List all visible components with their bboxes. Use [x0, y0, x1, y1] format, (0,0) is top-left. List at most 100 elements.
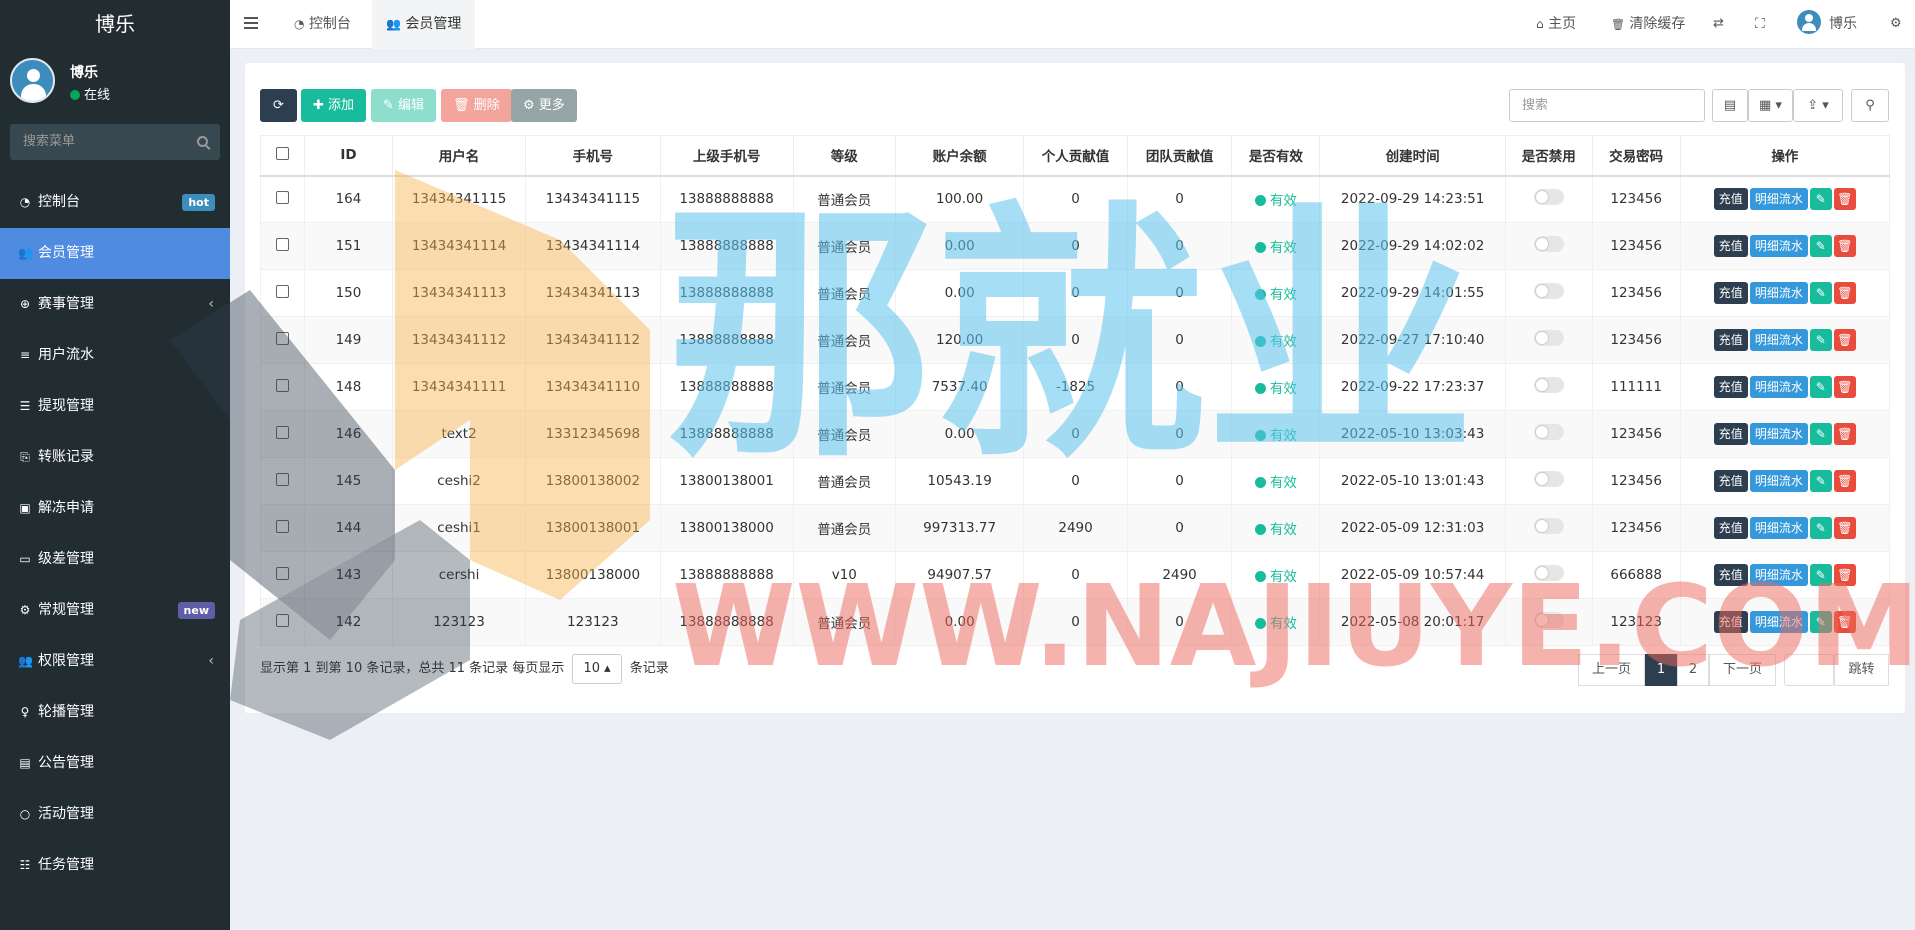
detail-flow-button[interactable]: 明细流水 [1749, 235, 1808, 257]
edit-button[interactable]: ✎ 编辑 [371, 89, 437, 122]
disable-toggle[interactable] [1533, 518, 1564, 534]
select-all-checkbox[interactable] [275, 146, 289, 160]
column-header[interactable]: 是否有效 [1231, 135, 1321, 177]
column-header[interactable]: 账户余额 [894, 135, 1025, 177]
table-row[interactable]: 146 text2 13312345698 13888888888 普通会员 0.00 0 0… [260, 410, 1891, 458]
recharge-button[interactable]: 充值 [1713, 188, 1748, 211]
edit-row-button[interactable]: ✎ [1809, 188, 1832, 211]
detail-flow-button[interactable]: 明细流水 [1749, 423, 1808, 445]
disable-toggle[interactable] [1533, 565, 1564, 581]
disable-toggle[interactable] [1533, 330, 1564, 346]
column-header[interactable]: 手机号 [525, 135, 661, 177]
table-row[interactable]: 149 13434341112 13434341112 13888888888 普通会员… [260, 316, 1891, 364]
edit-row-button[interactable]: ✎ [1809, 282, 1832, 304]
row-checkbox[interactable] [275, 284, 289, 298]
recharge-button[interactable]: 充值 [1713, 517, 1748, 539]
sidebar-item-0[interactable]: ◔ 控制台 hot [0, 177, 230, 228]
recharge-button[interactable]: 充值 [1713, 611, 1748, 633]
fullscreen-icon[interactable]: ⛶ [1755, 0, 1765, 49]
column-header[interactable]: 上级手机号 [659, 135, 794, 177]
sidebar-item-12[interactable]: ○ 活动管理 [0, 789, 230, 840]
detail-flow-button[interactable]: 明细流水 [1749, 376, 1808, 398]
sidebar-item-3[interactable]: ≡ 用户流水 [0, 330, 230, 381]
column-header[interactable]: 团队贡献值 [1126, 135, 1233, 177]
table-row[interactable]: 143 cershi 13800138000 13888888888 v10 94907.… [260, 551, 1891, 599]
column-header[interactable]: 用户名 [391, 135, 527, 177]
row-checkbox[interactable] [275, 378, 289, 392]
search-icon[interactable] [197, 136, 208, 147]
recharge-button[interactable]: 充值 [1713, 282, 1748, 304]
recharge-button[interactable]: 充值 [1713, 564, 1748, 586]
clear-cache-button[interactable]: 🗑 清除缓存 [1611, 0, 1685, 49]
detail-flow-button[interactable]: 明细流水 [1749, 188, 1808, 211]
jump-button[interactable]: 跳转 [1834, 654, 1889, 686]
detail-flow-button[interactable]: 明细流水 [1749, 329, 1808, 351]
export-dropdown[interactable]: ⇪ ▾ [1793, 89, 1843, 122]
sidebar-item-6[interactable]: ▣ 解冻申请 [0, 483, 230, 534]
disable-toggle[interactable] [1533, 471, 1564, 487]
disable-toggle[interactable] [1533, 612, 1564, 628]
refresh-button[interactable]: ⟳ [260, 89, 297, 122]
table-row[interactable]: 142 123123 123123 13888888888 普通会员 0.00 0 0 有效 20… [260, 598, 1891, 646]
delete-row-button[interactable]: 🗑 [1833, 517, 1856, 539]
settings-cogs-icon[interactable]: ⚙ [1890, 0, 1902, 49]
row-checkbox[interactable] [275, 613, 289, 627]
sidebar-item-13[interactable]: ☷ 任务管理 [0, 840, 230, 891]
row-checkbox[interactable] [275, 519, 289, 533]
disable-toggle[interactable] [1533, 283, 1564, 299]
jump-page-input[interactable] [1784, 654, 1834, 686]
detail-flow-button[interactable]: 明细流水 [1749, 517, 1808, 539]
recharge-button[interactable]: 充值 [1713, 329, 1748, 351]
delete-row-button[interactable]: 🗑 [1833, 611, 1856, 633]
edit-row-button[interactable]: ✎ [1809, 423, 1832, 445]
detail-flow-button[interactable]: 明细流水 [1749, 611, 1808, 633]
column-header[interactable]: 等级 [792, 135, 896, 177]
table-search-input[interactable]: 搜索 [1509, 89, 1705, 122]
row-checkbox[interactable] [275, 331, 289, 345]
sidebar-item-5[interactable]: ⎘ 转账记录 [0, 432, 230, 483]
translate-icon[interactable]: ⇄ [1713, 0, 1724, 49]
edit-row-button[interactable]: ✎ [1809, 611, 1832, 633]
delete-button[interactable]: 🗑 删除 [441, 89, 512, 122]
disable-toggle[interactable] [1533, 189, 1564, 206]
page-2-button[interactable]: 2 [1677, 654, 1709, 686]
edit-row-button[interactable]: ✎ [1809, 329, 1832, 351]
delete-row-button[interactable]: 🗑 [1833, 376, 1856, 398]
row-checkbox[interactable] [275, 566, 289, 580]
table-row[interactable]: 164 13434341115 13434341115 13888888888 普通会员… [260, 175, 1891, 223]
column-header[interactable]: 创建时间 [1319, 135, 1506, 177]
detail-flow-button[interactable]: 明细流水 [1749, 564, 1808, 586]
sidebar-toggle-icon[interactable] [244, 17, 258, 32]
row-checkbox[interactable] [275, 425, 289, 439]
column-header[interactable]: 个人贡献值 [1023, 135, 1128, 177]
prev-page-button[interactable]: 上一页 [1578, 654, 1645, 686]
page-size-dropdown[interactable]: 10 ▴ [572, 654, 622, 684]
edit-row-button[interactable]: ✎ [1809, 376, 1832, 398]
edit-row-button[interactable]: ✎ [1809, 470, 1832, 492]
next-page-button[interactable]: 下一页 [1709, 654, 1776, 686]
sidebar-search-input[interactable]: 搜索菜单 [10, 124, 220, 160]
delete-row-button[interactable]: 🗑 [1833, 470, 1856, 492]
recharge-button[interactable]: 充值 [1713, 423, 1748, 445]
column-header[interactable]: ID [303, 135, 393, 177]
table-row[interactable]: 145 ceshi2 13800138002 13800138001 普通会员 10543… [260, 457, 1891, 505]
tab-dashboard[interactable]: ◔ 控制台 [280, 0, 365, 49]
sidebar-item-8[interactable]: ⚙ 常规管理 new [0, 585, 230, 636]
sidebar-item-4[interactable]: ☰ 提现管理 [0, 381, 230, 432]
recharge-button[interactable]: 充值 [1713, 470, 1748, 492]
add-button[interactable]: ✚ 添加 [301, 89, 367, 122]
home-link[interactable]: ⌂ 主页 [1536, 0, 1576, 49]
more-button[interactable]: ⚙ 更多 [511, 89, 577, 122]
sidebar-item-2[interactable]: ⊕ 赛事管理 ‹ [0, 279, 230, 330]
table-row[interactable]: 151 13434341114 13434341114 13888888888 普通会员… [260, 222, 1891, 270]
edit-row-button[interactable]: ✎ [1809, 235, 1832, 257]
column-header[interactable]: 交易密码 [1591, 135, 1681, 177]
sidebar-item-1[interactable]: 👥 会员管理 [0, 228, 230, 279]
row-checkbox[interactable] [275, 190, 289, 204]
delete-row-button[interactable]: 🗑 [1833, 282, 1856, 304]
sidebar-item-7[interactable]: ▭ 级差管理 [0, 534, 230, 585]
table-row[interactable]: 144 ceshi1 13800138001 13800138000 普通会员 99731… [260, 504, 1891, 552]
sidebar-item-11[interactable]: ▤ 公告管理 [0, 738, 230, 789]
row-checkbox[interactable] [275, 472, 289, 486]
columns-dropdown[interactable]: ▦ ▾ [1748, 89, 1793, 122]
